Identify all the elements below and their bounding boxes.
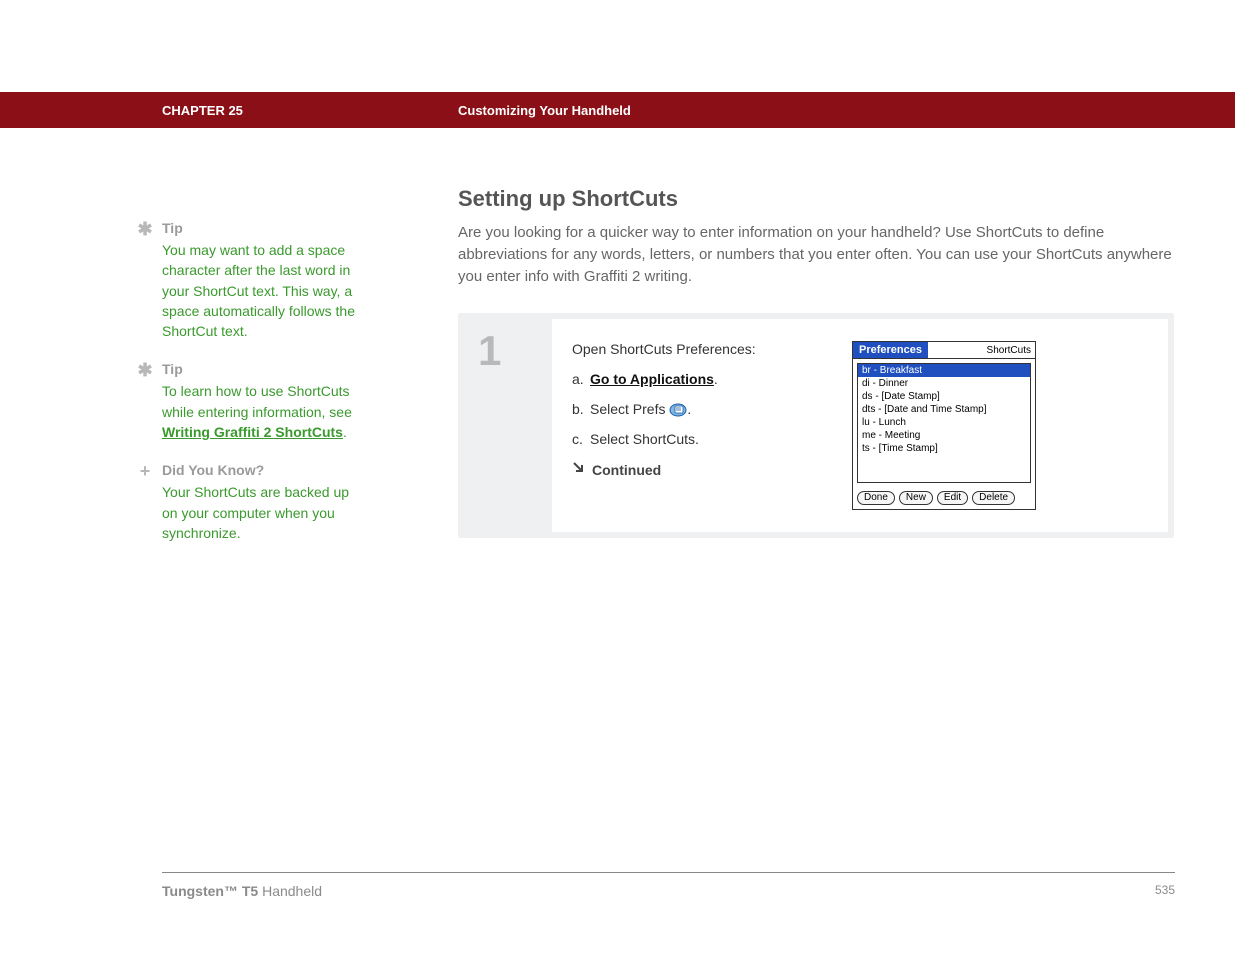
asterisk-icon: ✱ xyxy=(136,220,154,238)
edit-button[interactable]: Edit xyxy=(937,491,968,505)
substep-b: b. Select Prefs . xyxy=(572,401,822,417)
substep-suffix: . xyxy=(687,401,691,417)
substep-a: a. Go to Applications. xyxy=(572,371,822,387)
palm-title-right: ShortCuts xyxy=(987,345,1035,356)
list-item[interactable]: me - Meeting xyxy=(858,429,1030,442)
sidebar-body: To learn how to use ShortCuts while ente… xyxy=(162,381,360,442)
palm-shortcuts-list[interactable]: br - Breakfast di - Dinner ds - [Date St… xyxy=(857,363,1031,483)
sidebar-body: You may want to add a space character af… xyxy=(162,240,360,341)
step-lead: Open ShortCuts Preferences: xyxy=(572,341,822,357)
sidebar-body: Your ShortCuts are backed up on your com… xyxy=(162,482,360,543)
footer-product-bold: Tungsten™ T5 xyxy=(162,883,258,899)
chapter-label: CHAPTER 25 xyxy=(162,103,243,118)
footer-product-rest: Handheld xyxy=(258,883,322,899)
sidebar-tip-2: ✱ Tip To learn how to use ShortCuts whil… xyxy=(130,361,360,442)
sidebar: ✱ Tip You may want to add a space charac… xyxy=(130,220,360,563)
list-item[interactable]: dts - [Date and Time Stamp] xyxy=(858,403,1030,416)
footer-product: Tungsten™ T5 Handheld xyxy=(162,883,322,899)
substep-c: c. Select ShortCuts. xyxy=(572,431,822,447)
list-item[interactable]: br - Breakfast xyxy=(858,364,1030,377)
section-title: Setting up ShortCuts xyxy=(458,186,1178,212)
step-content: Open ShortCuts Preferences: a. Go to App… xyxy=(552,319,1168,532)
substep-suffix: . xyxy=(714,371,718,387)
intro-paragraph: Are you looking for a quicker way to ent… xyxy=(458,222,1178,287)
step-box: 1 Open ShortCuts Preferences: a. Go to A… xyxy=(458,313,1174,538)
substep-letter: c. xyxy=(572,431,583,447)
continued-arrow-icon xyxy=(572,461,586,478)
substep-letter: a. xyxy=(572,371,584,387)
palm-button-row: Done New Edit Delete xyxy=(853,487,1035,509)
palm-preferences-window: Preferences ShortCuts br - Breakfast di … xyxy=(852,341,1036,510)
continued-row: Continued xyxy=(572,461,822,478)
sidebar-body-suffix: . xyxy=(343,424,347,440)
prefs-icon xyxy=(669,402,687,417)
list-item[interactable]: ts - [Time Stamp] xyxy=(858,442,1030,455)
sidebar-heading: Did You Know? xyxy=(162,462,360,478)
step-number-column: 1 xyxy=(458,313,552,538)
footer-page-number: 535 xyxy=(1155,883,1175,899)
header-band: CHAPTER 25 Customizing Your Handheld xyxy=(0,92,1235,128)
palm-titlebar: Preferences ShortCuts xyxy=(853,342,1035,359)
main-content: Setting up ShortCuts Are you looking for… xyxy=(458,186,1178,538)
new-button[interactable]: New xyxy=(899,491,933,505)
substep-prefix: Select Prefs xyxy=(590,401,669,417)
sidebar-tip-1: ✱ Tip You may want to add a space charac… xyxy=(130,220,360,341)
writing-graffiti-link[interactable]: Writing Graffiti 2 ShortCuts xyxy=(162,424,343,440)
palm-title-left: Preferences xyxy=(853,342,928,358)
sidebar-heading: Tip xyxy=(162,361,360,377)
footer: Tungsten™ T5 Handheld 535 xyxy=(162,872,1175,899)
sidebar-body-prefix: To learn how to use ShortCuts while ente… xyxy=(162,383,352,419)
done-button[interactable]: Done xyxy=(857,491,895,505)
step-number: 1 xyxy=(478,327,552,375)
chapter-title: Customizing Your Handheld xyxy=(458,103,631,118)
list-item[interactable]: ds - [Date Stamp] xyxy=(858,390,1030,403)
plus-icon: + xyxy=(136,462,154,480)
sidebar-heading: Tip xyxy=(162,220,360,236)
go-to-applications-link[interactable]: Go to Applications xyxy=(590,371,714,387)
step-instructions: Open ShortCuts Preferences: a. Go to App… xyxy=(572,341,822,510)
asterisk-icon: ✱ xyxy=(136,361,154,379)
sidebar-didyouknow: + Did You Know? Your ShortCuts are backe… xyxy=(130,462,360,543)
list-item[interactable]: lu - Lunch xyxy=(858,416,1030,429)
list-item[interactable]: di - Dinner xyxy=(858,377,1030,390)
substep-letter: b. xyxy=(572,401,584,417)
substep-text: Select ShortCuts. xyxy=(590,431,699,447)
continued-label: Continued xyxy=(592,462,661,478)
delete-button[interactable]: Delete xyxy=(972,491,1015,505)
